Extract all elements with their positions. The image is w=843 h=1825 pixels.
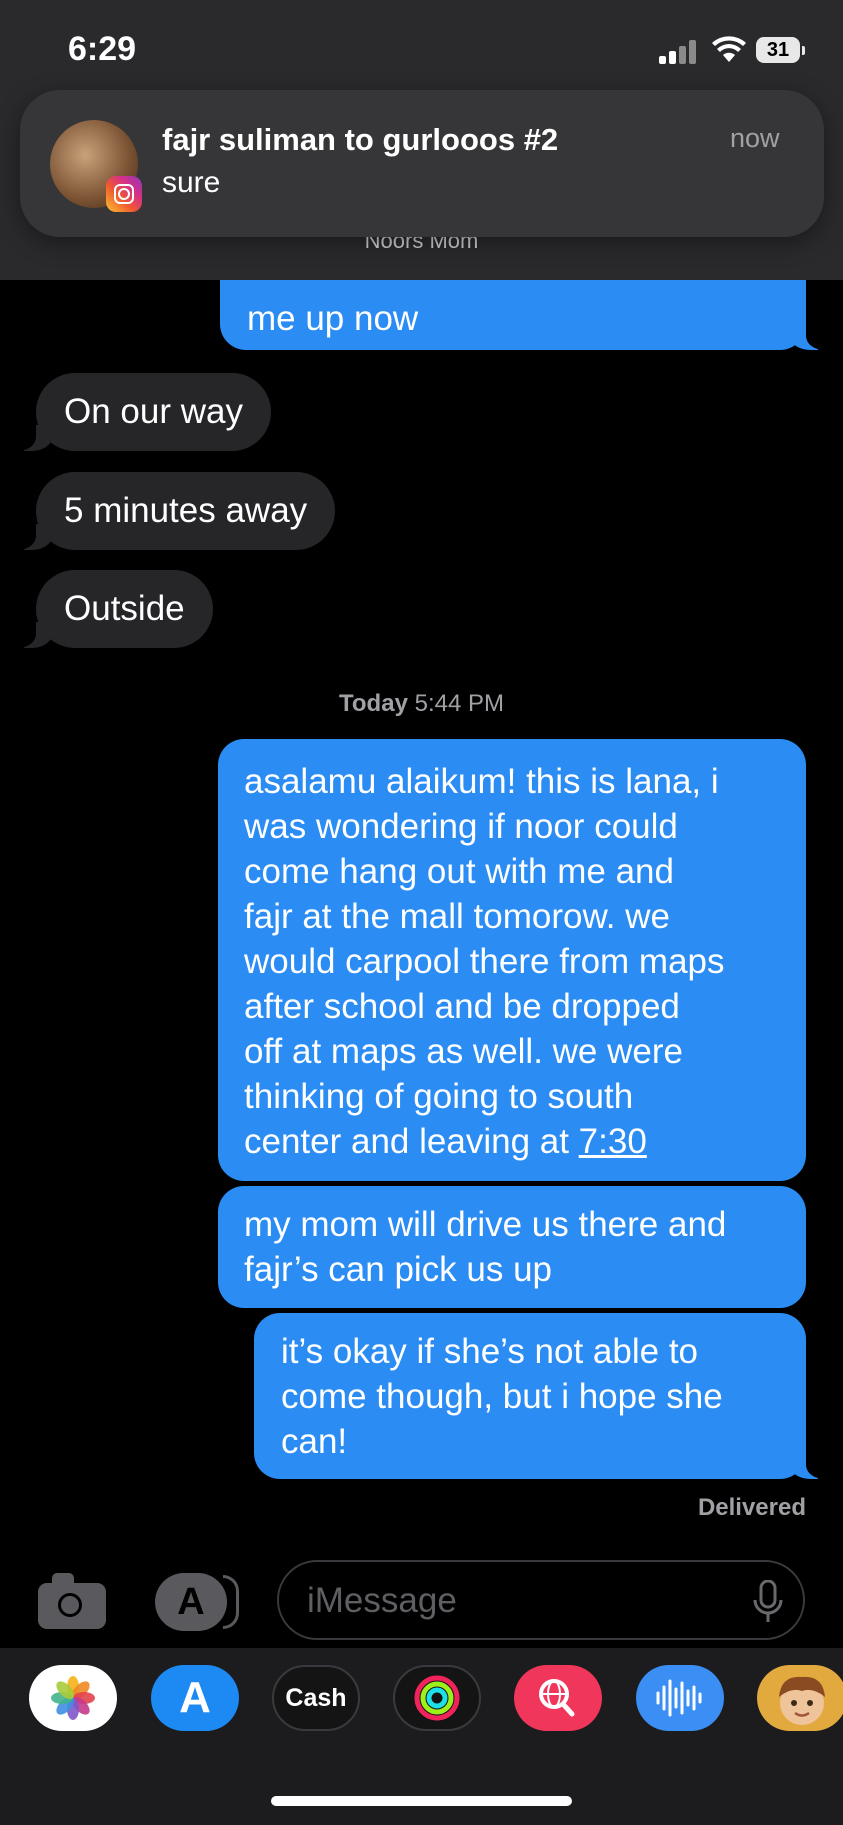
message-line: would carpool there from maps — [244, 942, 725, 981]
battery-icon: 31 — [756, 37, 806, 65]
sent-message[interactable]: it’s okay if she’s not able to come thou… — [254, 1313, 826, 1479]
time-link[interactable]: 7:30 — [579, 1122, 647, 1161]
notification-title: fajr suliman to gurlooos #2 — [162, 122, 559, 157]
message-line: thinking of going to south — [244, 1077, 634, 1116]
audio-message-icon[interactable] — [636, 1665, 724, 1731]
message-line: off at maps as well. we were — [244, 1032, 683, 1071]
message-line: it’s okay if she’s not able to — [281, 1332, 699, 1371]
message-line: asalamu alaikum! this is lana, i — [244, 762, 719, 801]
delivery-status: Delivered — [697, 1494, 806, 1521]
message-timestamp: Today 5:44 PM — [339, 690, 504, 717]
sent-message[interactable]: asalamu alaikum! this is lana, i was won… — [218, 739, 806, 1181]
message-text: On our way — [64, 392, 243, 431]
apps-button[interactable]: A — [155, 1573, 239, 1631]
camera-button[interactable] — [38, 1573, 108, 1631]
message-line: fajr’s can pick us up — [244, 1250, 553, 1289]
received-message[interactable]: Outside — [16, 570, 213, 648]
microphone-icon[interactable] — [753, 1580, 783, 1624]
message-input[interactable] — [305, 1574, 729, 1628]
received-message[interactable]: On our way — [16, 373, 271, 451]
received-message[interactable]: 5 minutes away — [16, 472, 336, 550]
photos-icon[interactable] — [29, 1665, 117, 1731]
notification-banner[interactable]: fajr suliman to gurlooos #2 sure now — [20, 90, 824, 237]
wifi-icon — [712, 36, 746, 64]
message-line: center and leaving at 7:30 — [244, 1122, 647, 1161]
battery-level: 31 — [756, 37, 800, 63]
sent-message[interactable]: my mom will drive us there and fajr’s ca… — [218, 1186, 806, 1308]
message-line: can! — [281, 1422, 348, 1461]
message-line: was wondering if noor could — [244, 807, 678, 846]
app-store-icon: A — [155, 1573, 227, 1631]
cellular-signal-icon — [659, 38, 699, 64]
message-line: come hang out with me and — [244, 852, 674, 891]
message-text: 5 minutes away — [64, 491, 308, 530]
camera-icon — [58, 1593, 82, 1617]
apple-cash-icon[interactable]: Cash — [272, 1665, 360, 1731]
status-time: 6:29 — [68, 30, 137, 68]
notification-body: sure — [162, 166, 221, 199]
instagram-icon — [106, 176, 142, 212]
message-line: my mom will drive us there and — [244, 1205, 727, 1244]
message-field[interactable] — [277, 1560, 805, 1640]
home-indicator[interactable] — [271, 1796, 572, 1806]
message-line: fajr at the mall tomorow. we — [244, 897, 670, 936]
image-search-icon[interactable] — [514, 1665, 602, 1731]
notification-time: now — [730, 123, 780, 153]
app-store-icon[interactable]: A — [151, 1665, 239, 1731]
message-line: come though, but i hope she — [281, 1377, 723, 1416]
cash-label: Cash — [285, 1684, 347, 1712]
message-text: me up now — [247, 299, 419, 338]
message-text: Outside — [64, 589, 185, 628]
message-line: after school and be dropped — [244, 987, 680, 1026]
fitness-icon[interactable] — [393, 1665, 481, 1731]
memoji-icon[interactable] — [757, 1665, 843, 1731]
